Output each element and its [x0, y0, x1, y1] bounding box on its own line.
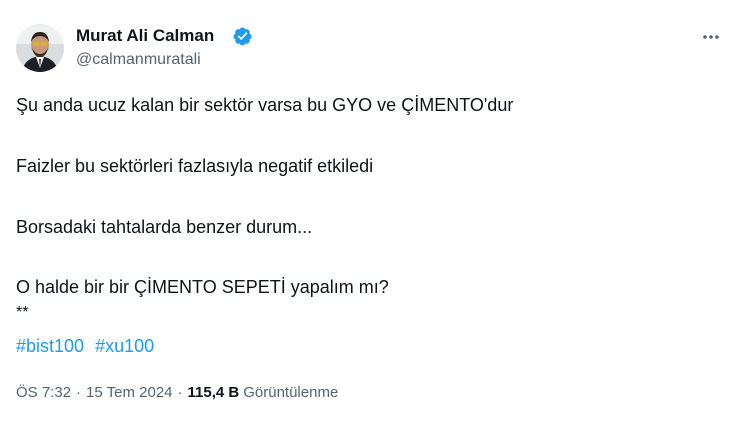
- hashtag-link[interactable]: #bist100: [16, 336, 84, 356]
- tweet-date[interactable]: 15 Tem 2024: [86, 383, 172, 403]
- tweet-text-line: O halde bir bir ÇİMENTO SEPETİ yapalım m…: [16, 277, 389, 297]
- more-options-button[interactable]: [696, 22, 726, 52]
- author-name[interactable]: Murat Ali Calman: [76, 25, 214, 47]
- tweet-text-line: Borsadaki tahtalarda benzer durum...: [16, 217, 313, 237]
- verified-badge-icon: [233, 27, 252, 46]
- tweet-card: Murat Ali Calman @calmanmuratali Şu anda…: [0, 0, 739, 425]
- tweet-text-line: Şu anda ucuz kalan bir sektör varsa bu G…: [16, 95, 514, 115]
- tweet-metadata: ÖS 7:32 · 15 Tem 2024 · 115,4 B Görüntül…: [16, 383, 338, 403]
- avatar-image: [16, 24, 64, 72]
- more-horizontal-icon: [703, 35, 719, 39]
- views-count: 115,4 B: [187, 384, 240, 401]
- tweet-text-line: **: [16, 304, 29, 321]
- views-label: Görüntülenme: [243, 384, 339, 401]
- tweet-text-line: Faizler bu sektörleri fazlasıyla negatif…: [16, 156, 374, 176]
- separator: ·: [76, 384, 82, 401]
- author-handle[interactable]: @calmanmuratali: [76, 50, 201, 70]
- separator: ·: [177, 384, 183, 401]
- hashtag-row: #bist100 #xu100: [16, 334, 154, 358]
- tweet-time[interactable]: ÖS 7:32: [16, 383, 71, 403]
- hashtag-link[interactable]: #xu100: [95, 336, 154, 356]
- avatar[interactable]: [16, 24, 64, 72]
